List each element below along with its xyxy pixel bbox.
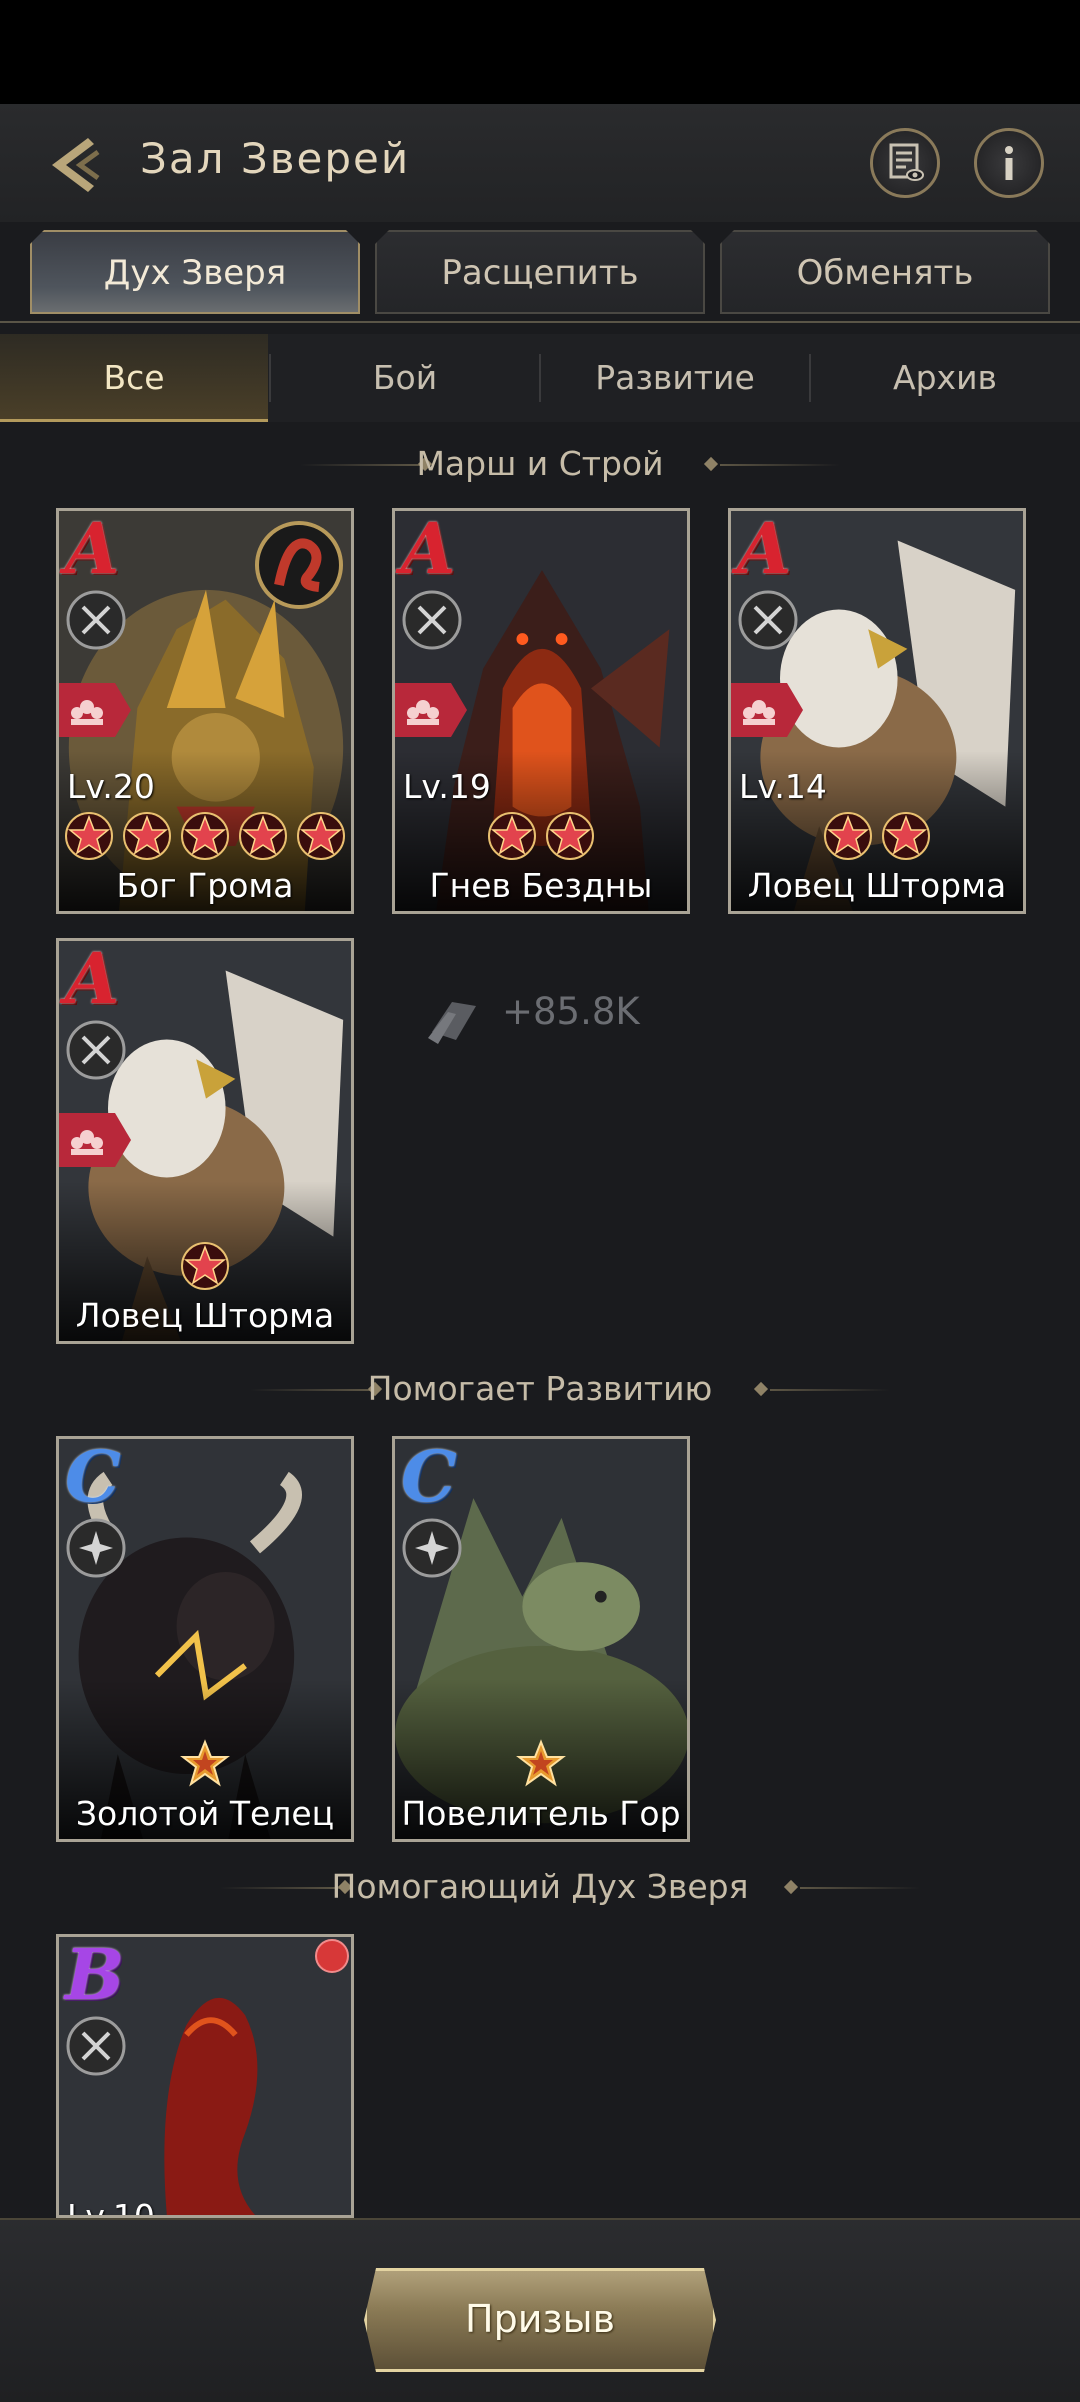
star-icon — [180, 1739, 230, 1789]
section-title: Помогает Развитию — [367, 1369, 713, 1408]
tab-split[interactable]: Расщепить — [375, 230, 705, 314]
development-role-icon — [66, 1518, 126, 1578]
star-icon — [180, 1241, 230, 1291]
section-header: Марш и Строй — [0, 440, 1080, 490]
summon-button[interactable]: Призыв — [364, 2268, 716, 2372]
level-label: Lv.14 — [739, 767, 827, 806]
beast-card-thunder-god[interactable]: A Lv.20 Бог Грома — [56, 508, 354, 914]
star-rating — [59, 1739, 351, 1793]
filter-tabs: Все Бой Развитие Архив — [0, 334, 1080, 422]
section-header: Помогает Развитию — [0, 1365, 1080, 1415]
info-icon — [1005, 146, 1013, 180]
beast-card-abyss-wrath[interactable]: A Lv.19 Гнев Бездны — [392, 508, 690, 914]
star-rating — [395, 811, 687, 865]
grade-label: B — [65, 1934, 125, 2016]
combat-role-icon — [66, 2016, 126, 2076]
star-rating — [59, 1241, 351, 1295]
tab-archive[interactable]: Архив — [811, 334, 1079, 422]
records-button[interactable] — [870, 128, 940, 198]
beast-card-mountain-lord[interactable]: C Повелитель Гор — [392, 1436, 690, 1842]
tab-label: Архив — [893, 358, 997, 397]
tab-label: Обменять — [796, 253, 974, 293]
troop-tag-icon — [59, 1113, 131, 1167]
star-icon — [823, 811, 873, 861]
tab-label: Бой — [372, 358, 438, 397]
combat-role-icon — [738, 590, 798, 650]
page-title: Зал Зверей — [140, 134, 411, 183]
combat-role-icon — [66, 1020, 126, 1080]
grade-label: C — [65, 1436, 121, 1518]
tab-development[interactable]: Развитие — [541, 334, 809, 422]
beast-card-golden-bull[interactable]: C Золотой Телец — [56, 1436, 354, 1842]
tabs-divider — [0, 321, 1080, 323]
troop-tag-icon — [59, 683, 131, 737]
grade-label: A — [401, 508, 456, 590]
grade-label: A — [65, 508, 120, 590]
tab-all[interactable]: Все — [0, 334, 268, 422]
records-icon — [889, 143, 924, 181]
beast-name: Ловец Шторма — [747, 866, 1007, 905]
section-header: Помогающий Дух Зверя — [0, 1863, 1080, 1913]
combat-role-icon — [66, 590, 126, 650]
beast-name: Повелитель Гор — [401, 1794, 681, 1833]
grade-label: A — [65, 938, 120, 1020]
beast-card-storm-hunter[interactable]: A Lv.14 Ловец Шторма — [728, 508, 1026, 914]
development-role-icon — [402, 1518, 462, 1578]
beast-name: Ловец Шторма — [75, 1296, 335, 1335]
combat-role-icon — [402, 590, 462, 650]
star-icon — [64, 811, 114, 861]
grade-label: C — [401, 1436, 457, 1518]
star-icon — [881, 811, 931, 861]
header: Зал Зверей — [0, 104, 1080, 222]
tab-battle[interactable]: Бой — [271, 334, 539, 422]
tab-beast-spirit[interactable]: Дух Зверя — [30, 230, 360, 314]
grade-label: A — [737, 508, 792, 590]
star-icon — [487, 811, 537, 861]
power-icon — [428, 1002, 476, 1044]
star-icon — [180, 811, 230, 861]
star-rating — [395, 1739, 687, 1793]
tab-label: Все — [103, 358, 165, 397]
star-icon — [296, 811, 346, 861]
status-bar — [0, 0, 1080, 104]
notification-dot — [315, 1939, 349, 1973]
troop-tag-icon — [395, 683, 467, 737]
troop-tag-icon — [731, 683, 803, 737]
star-icon — [545, 811, 595, 861]
serpent-badge-icon — [255, 521, 343, 609]
beast-card-storm-hunter-2[interactable]: A Ловец Шторма — [56, 938, 354, 1344]
section-title: Марш и Строй — [416, 444, 664, 483]
back-button[interactable] — [40, 130, 110, 200]
section-title: Помогающий Дух Зверя — [331, 1867, 749, 1906]
info-button[interactable] — [974, 128, 1044, 198]
back-arrow-icon — [52, 138, 100, 192]
beast-name: Золотой Телец — [75, 1794, 335, 1833]
tab-label: Расщепить — [441, 253, 639, 293]
tab-label: Дух Зверя — [103, 253, 287, 293]
power-gain-value: +85.8K — [502, 990, 640, 1033]
beast-card-cobra[interactable]: B Lv.10 — [56, 1934, 354, 2218]
tab-label: Развитие — [595, 358, 755, 397]
tab-exchange[interactable]: Обменять — [720, 230, 1050, 314]
bottom-bar: Призыв — [0, 2218, 1080, 2402]
top-tabs: Дух Зверя Расщепить Обменять — [0, 222, 1080, 322]
beast-name: Бог Грома — [116, 866, 294, 905]
star-rating — [59, 811, 351, 865]
level-label: Lv.10 — [67, 2197, 155, 2218]
star-rating — [731, 811, 1023, 865]
level-label: Lv.19 — [403, 767, 491, 806]
star-icon — [516, 1739, 566, 1789]
star-icon — [238, 811, 288, 861]
level-label: Lv.20 — [67, 767, 155, 806]
beast-name: Гнев Бездны — [429, 866, 653, 905]
star-icon — [122, 811, 172, 861]
